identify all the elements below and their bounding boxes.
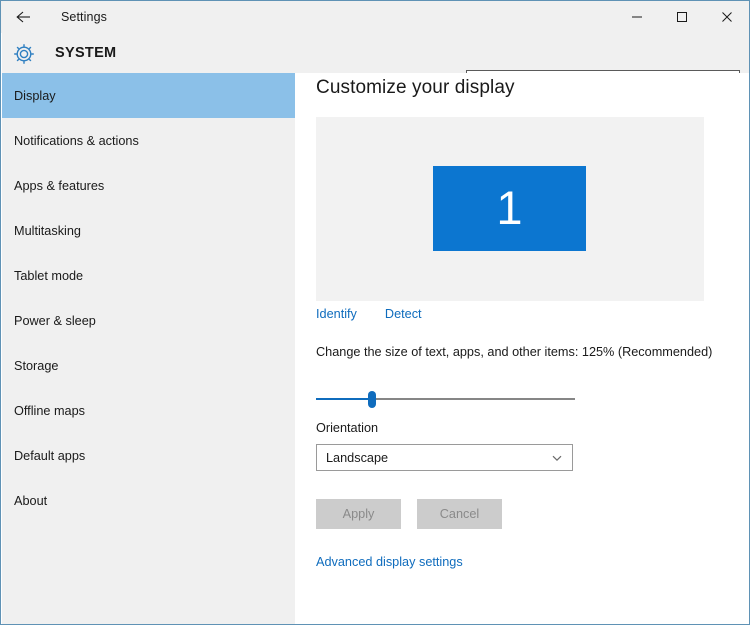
advanced-display-settings-link[interactable]: Advanced display settings xyxy=(316,555,463,569)
caption-buttons xyxy=(614,1,749,33)
chevron-down-icon xyxy=(542,445,572,470)
sidebar-item-label: Display xyxy=(14,88,56,103)
orientation-selected-value: Landscape xyxy=(326,450,389,465)
page-title: Customize your display xyxy=(316,77,515,98)
slider-track-filled xyxy=(316,398,373,400)
close-icon xyxy=(721,12,732,22)
sidebar-item-label: Notifications & actions xyxy=(14,133,139,148)
back-button[interactable] xyxy=(1,1,47,33)
sidebar-item-multitasking[interactable]: Multitasking xyxy=(2,208,295,253)
main-content: Customize your display 1 Identify Detect… xyxy=(295,73,749,624)
scale-slider[interactable] xyxy=(316,389,575,409)
orientation-dropdown[interactable]: Landscape xyxy=(316,444,573,471)
sidebar-item-tablet-mode[interactable]: Tablet mode xyxy=(2,253,295,298)
back-arrow-icon xyxy=(16,11,30,23)
sidebar-item-apps-features[interactable]: Apps & features xyxy=(2,163,295,208)
display-preview-panel: 1 xyxy=(316,117,704,301)
gear-icon xyxy=(14,44,34,64)
monitor-tile-1[interactable]: 1 xyxy=(433,166,586,251)
sidebar-item-label: Tablet mode xyxy=(14,268,84,283)
apply-button[interactable]: Apply xyxy=(316,499,401,529)
identify-link[interactable]: Identify xyxy=(316,307,357,321)
dialog-buttons: Apply Cancel xyxy=(316,499,502,529)
window-title: Settings xyxy=(61,10,107,24)
category-header: SYSTEM xyxy=(2,33,749,98)
minimize-icon xyxy=(631,16,642,18)
chevron-down-glyph xyxy=(552,455,562,461)
orientation-label: Orientation xyxy=(316,421,379,435)
sidebar-item-default-apps[interactable]: Default apps xyxy=(2,433,295,478)
maximize-button[interactable] xyxy=(659,1,704,33)
sidebar-item-offline-maps[interactable]: Offline maps xyxy=(2,388,295,433)
preview-actions: Identify Detect xyxy=(316,307,422,321)
slider-thumb[interactable] xyxy=(368,391,376,408)
sidebar-item-label: Power & sleep xyxy=(14,313,96,328)
maximize-icon xyxy=(676,12,687,22)
settings-sidebar: Display Notifications & actions Apps & f… xyxy=(2,73,295,624)
sidebar-item-storage[interactable]: Storage xyxy=(2,343,295,388)
monitor-number-label: 1 xyxy=(496,180,523,234)
close-button[interactable] xyxy=(704,1,749,33)
sidebar-item-label: Multitasking xyxy=(14,223,81,238)
category-title: SYSTEM xyxy=(55,45,117,61)
sidebar-item-power-sleep[interactable]: Power & sleep xyxy=(2,298,295,343)
minimize-button[interactable] xyxy=(614,1,659,33)
sidebar-item-notifications-actions[interactable]: Notifications & actions xyxy=(2,118,295,163)
settings-window: Settings SYSTEM Find a setting Display N… xyxy=(0,0,750,625)
title-bar: Settings xyxy=(1,1,749,33)
slider-track-remainder xyxy=(373,398,575,400)
sidebar-item-display[interactable]: Display xyxy=(2,73,295,118)
sidebar-item-label: About xyxy=(14,493,48,508)
sidebar-item-label: Apps & features xyxy=(14,178,105,193)
sidebar-item-about[interactable]: About xyxy=(2,478,295,523)
sidebar-item-label: Default apps xyxy=(14,448,86,463)
cancel-button[interactable]: Cancel xyxy=(417,499,502,529)
scale-label: Change the size of text, apps, and other… xyxy=(316,345,713,359)
sidebar-item-label: Offline maps xyxy=(14,403,85,418)
detect-link[interactable]: Detect xyxy=(385,307,422,321)
sidebar-item-label: Storage xyxy=(14,358,59,373)
